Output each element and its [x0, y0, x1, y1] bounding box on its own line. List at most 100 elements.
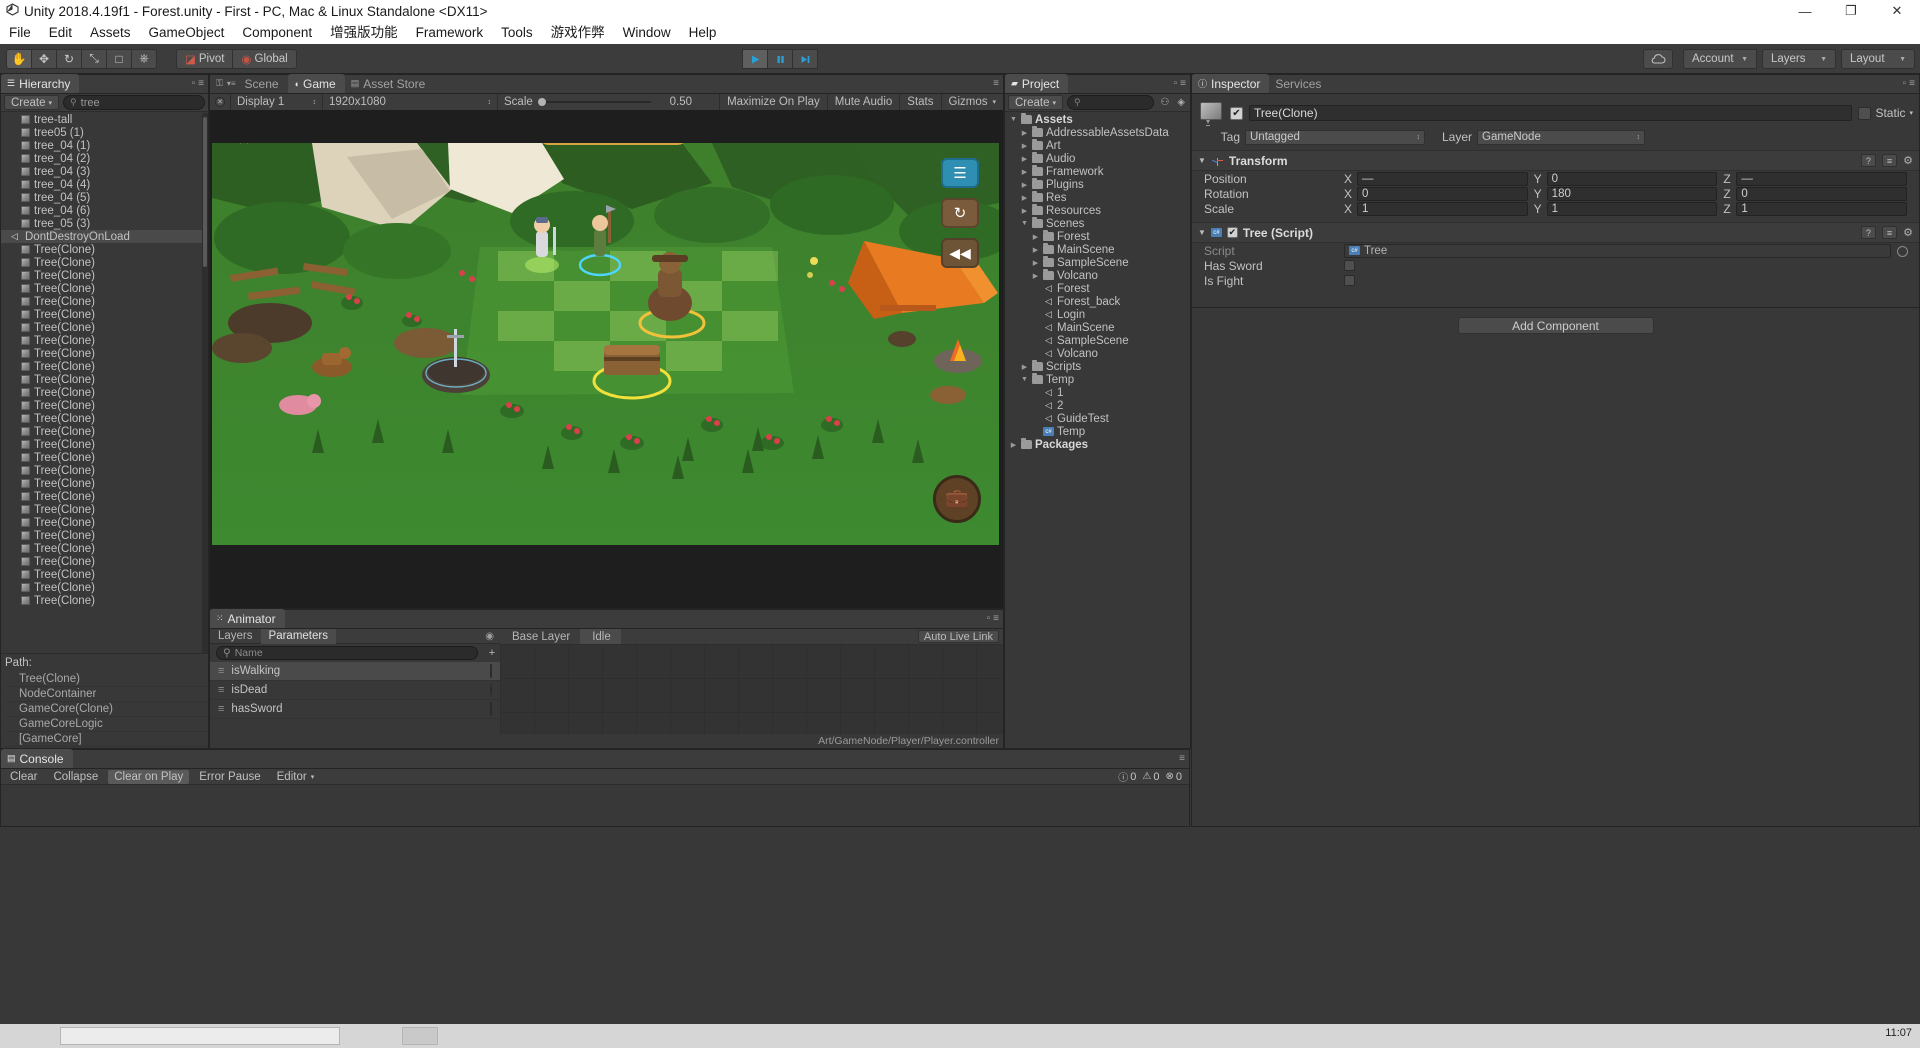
hierarchy-item[interactable]: Tree(Clone): [1, 399, 208, 412]
gameobject-enabled-checkbox[interactable]: ✔: [1230, 107, 1243, 120]
mute-audio-toggle[interactable]: Mute Audio: [827, 94, 900, 111]
hierarchy-tree[interactable]: tree-talltree05 (1)tree_04 (1)tree_04 (2…: [1, 113, 208, 653]
editor-button[interactable]: Editor ▾: [271, 770, 321, 784]
hierarchy-search-input[interactable]: ⚲ tree: [63, 95, 205, 110]
project-tree-item[interactable]: ◁2: [1005, 399, 1190, 412]
resolution-selector[interactable]: 1920x1080 ↕: [323, 94, 498, 111]
preset-icon[interactable]: ≡: [1882, 226, 1897, 239]
project-tree-item[interactable]: ▶Packages: [1005, 438, 1190, 451]
hierarchy-item[interactable]: Tree(Clone): [1, 412, 208, 425]
hierarchy-item[interactable]: Tree(Clone): [1, 334, 208, 347]
chevron-right-icon[interactable]: ▶: [1020, 142, 1029, 150]
menu-item-gameobject[interactable]: GameObject: [140, 22, 234, 44]
position-z-input[interactable]: —: [1736, 172, 1907, 186]
hierarchy-item[interactable]: Tree(Clone): [1, 321, 208, 334]
project-tree-item[interactable]: c#Temp: [1005, 425, 1190, 438]
menu-icon[interactable]: ≡: [993, 613, 999, 624]
hierarchy-item[interactable]: tree_04 (1): [1, 139, 208, 152]
scale-z-input[interactable]: 1: [1736, 202, 1907, 216]
warning-counter[interactable]: ⚠ 0: [1142, 771, 1159, 783]
hierarchy-item[interactable]: Tree(Clone): [1, 594, 208, 607]
clear-button[interactable]: Clear: [4, 770, 43, 784]
hierarchy-item[interactable]: Tree(Clone): [1, 256, 208, 269]
hierarchy-scrollbar[interactable]: [202, 113, 208, 653]
maximize-button[interactable]: ❐: [1828, 0, 1874, 22]
tab-layers[interactable]: Layers: [210, 629, 261, 644]
hierarchy-item[interactable]: Tree(Clone): [1, 373, 208, 386]
has-sword-checkbox[interactable]: [1344, 260, 1355, 271]
menu-item-enhanced-features[interactable]: 增强版功能: [321, 22, 407, 44]
lock-icon[interactable]: ▫: [192, 78, 196, 89]
hierarchy-item[interactable]: Tree(Clone): [1, 282, 208, 295]
chevron-right-icon[interactable]: ▶: [1020, 207, 1029, 215]
project-tree-item[interactable]: ▼Scenes: [1005, 217, 1190, 230]
menu-item-component[interactable]: Component: [233, 22, 321, 44]
tree-script-component-header[interactable]: ▼ c# ✔ Tree (Script) ? ≡ ⚙: [1192, 222, 1919, 243]
project-tree-item[interactable]: ◁Forest: [1005, 282, 1190, 295]
chevron-down-icon[interactable]: ▼: [1198, 156, 1206, 165]
transform-component-header[interactable]: ▼ Transform ? ≡ ⚙: [1192, 150, 1919, 171]
gear-icon[interactable]: ⚙: [1903, 226, 1913, 239]
taskbar-item-2[interactable]: [402, 1027, 438, 1045]
game-render-canvas[interactable]: ★★★ ☠ 0/7 主线 - 第34关 ♥ 199884 /100 + ☰ ↻ …: [212, 143, 999, 545]
drag-handle-icon[interactable]: ≡: [218, 684, 224, 696]
menu-icon[interactable]: ≡: [1180, 78, 1186, 89]
chevron-down-icon[interactable]: ▼: [1020, 376, 1029, 383]
hierarchy-item[interactable]: Tree(Clone): [1, 581, 208, 594]
stats-toggle[interactable]: Stats: [899, 94, 940, 111]
tab-console[interactable]: ▤ Console: [1, 749, 73, 768]
maximize-on-play-toggle[interactable]: Maximize On Play: [719, 94, 827, 111]
project-tree-item[interactable]: ◁MainScene: [1005, 321, 1190, 334]
chevron-down-icon[interactable]: ▼: [1009, 116, 1018, 123]
console-tab-menu[interactable]: ≡: [1179, 753, 1185, 764]
project-tab-menu[interactable]: ▫≡: [1174, 78, 1186, 89]
menu-item-edit[interactable]: Edit: [40, 22, 81, 44]
account-button[interactable]: Account▼: [1683, 49, 1757, 69]
project-tree-item[interactable]: ▶MainScene: [1005, 243, 1190, 256]
chevron-right-icon[interactable]: ▶: [1031, 233, 1040, 241]
parameter-row[interactable]: ≡ isDead: [210, 681, 500, 700]
chevron-right-icon[interactable]: ▶: [1031, 246, 1040, 254]
parameter-row[interactable]: ≡ hasSword: [210, 700, 500, 719]
hierarchy-item[interactable]: Tree(Clone): [1, 477, 208, 490]
rotation-z-input[interactable]: 0: [1736, 187, 1907, 201]
add-component-button[interactable]: Add Component: [1458, 317, 1654, 334]
step-button[interactable]: [792, 49, 818, 69]
project-tree[interactable]: ▼Assets▶AddressableAssetsData▶Art▶Audio▶…: [1005, 113, 1190, 748]
filter-by-label-icon[interactable]: ◈: [1175, 97, 1187, 108]
clear-on-play-button[interactable]: Clear on Play: [108, 770, 189, 784]
display-selector[interactable]: Display 1 ↕: [231, 94, 323, 111]
hierarchy-item[interactable]: tree_04 (4): [1, 178, 208, 191]
tab-hierarchy[interactable]: ☰ Hierarchy: [1, 74, 79, 93]
hud-rewind-button[interactable]: ◀◀: [941, 238, 979, 268]
layout-button[interactable]: Layout▼: [1841, 49, 1915, 69]
project-create-button[interactable]: Create ▾: [1008, 95, 1063, 110]
hierarchy-item[interactable]: Tree(Clone): [1, 269, 208, 282]
hierarchy-item[interactable]: Tree(Clone): [1, 542, 208, 555]
object-picker-icon[interactable]: [1897, 246, 1908, 257]
chevron-right-icon[interactable]: ▶: [1020, 363, 1029, 371]
hierarchy-item[interactable]: Tree(Clone): [1, 568, 208, 581]
animator-state-graph[interactable]: [500, 644, 1003, 734]
parameter-bool-checkbox[interactable]: [490, 703, 492, 715]
tab-services[interactable]: Services: [1269, 74, 1330, 93]
hierarchy-item[interactable]: Tree(Clone): [1, 555, 208, 568]
hierarchy-item[interactable]: Tree(Clone): [1, 308, 208, 321]
hierarchy-item[interactable]: Tree(Clone): [1, 360, 208, 373]
hierarchy-item[interactable]: Tree(Clone): [1, 386, 208, 399]
collapse-button[interactable]: Collapse: [47, 770, 104, 784]
cloud-icon[interactable]: [1643, 49, 1673, 69]
move-tool-icon[interactable]: ✥: [31, 49, 57, 69]
hierarchy-item[interactable]: Tree(Clone): [1, 347, 208, 360]
project-tree-item[interactable]: ◁Login: [1005, 308, 1190, 321]
tab-asset-store[interactable]: ▤ Asset Store: [345, 74, 435, 93]
rotate-tool-icon[interactable]: ↻: [56, 49, 82, 69]
scale-slider[interactable]: Scale 0.50: [498, 94, 698, 111]
project-tree-item[interactable]: ▶AddressableAssetsData: [1005, 126, 1190, 139]
rect-tool-icon[interactable]: □: [106, 49, 132, 69]
rotation-x-input[interactable]: 0: [1357, 187, 1528, 201]
tag-dropdown[interactable]: Untagged↕: [1245, 130, 1425, 145]
game-clear-icon[interactable]: ✕: [210, 94, 231, 111]
hierarchy-item[interactable]: Tree(Clone): [1, 464, 208, 477]
hierarchy-item[interactable]: tree_04 (2): [1, 152, 208, 165]
